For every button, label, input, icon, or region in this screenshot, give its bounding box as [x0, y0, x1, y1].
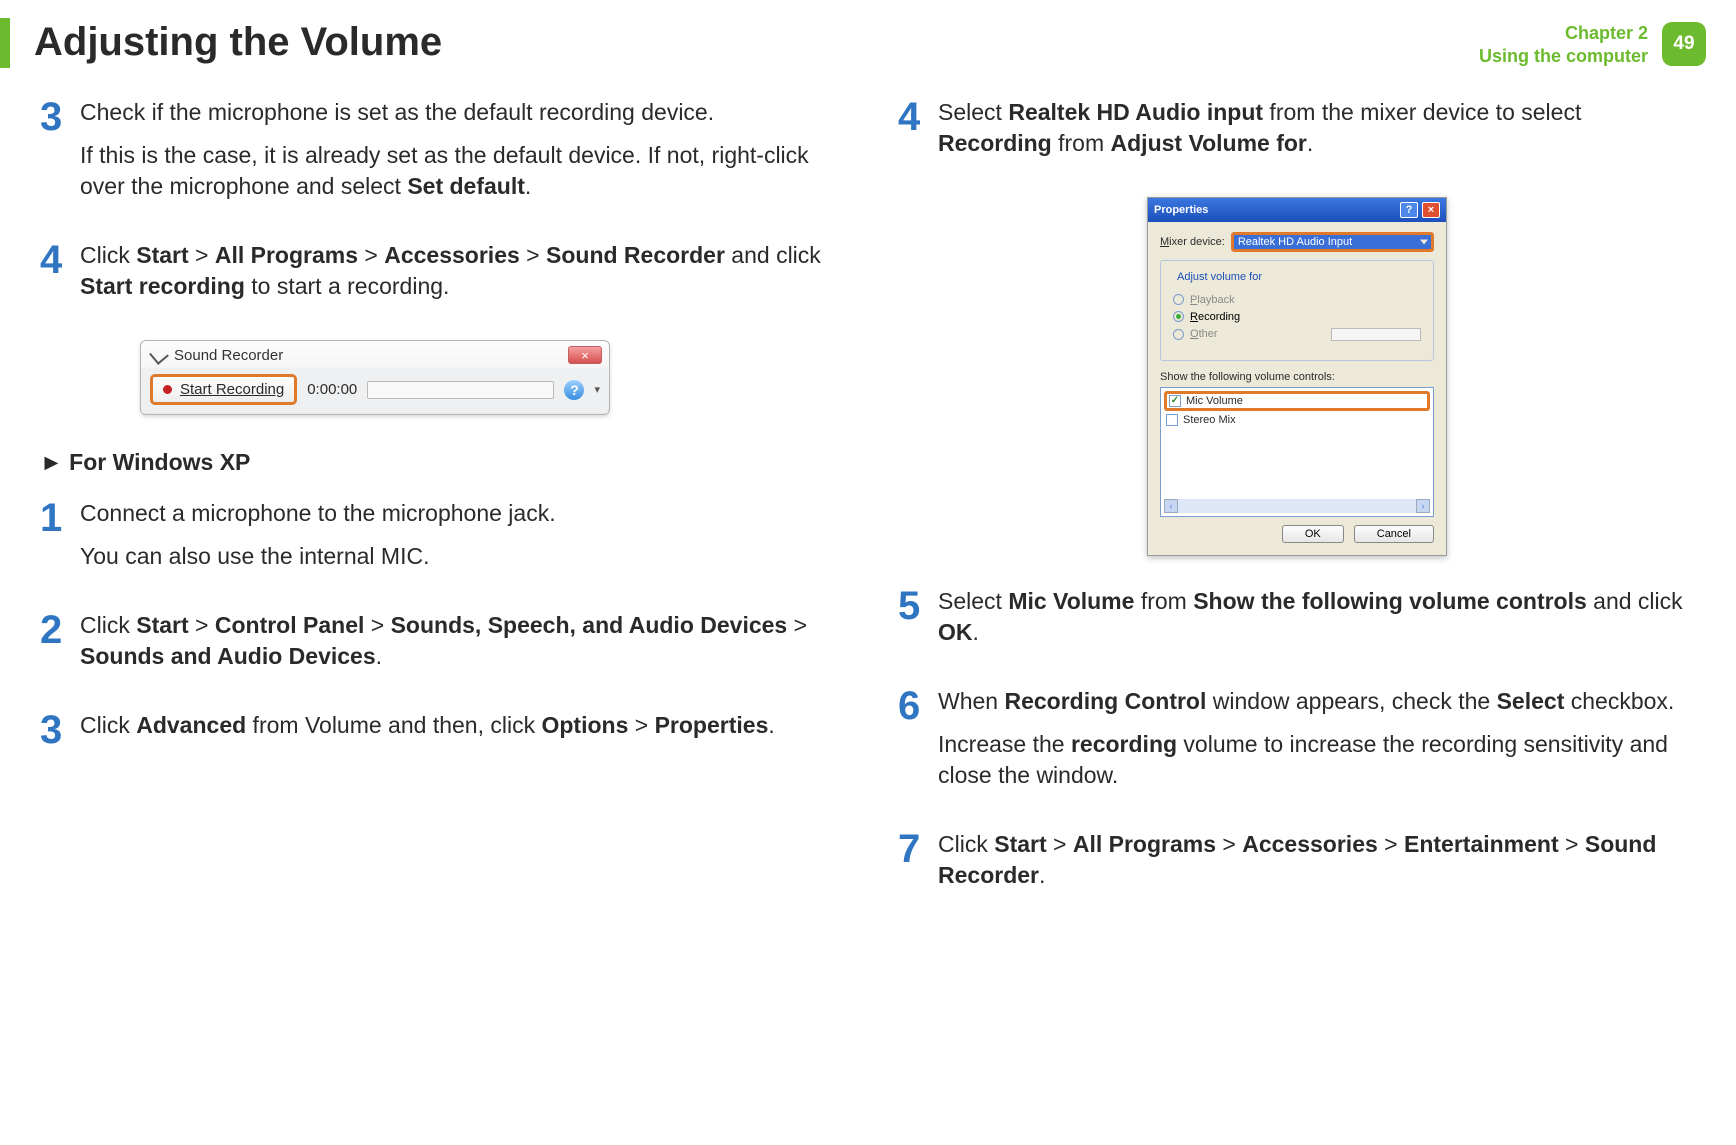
step-text: Increase the recording volume to increas…	[938, 729, 1696, 791]
step-body: Click Start > All Programs > Accessories…	[938, 829, 1696, 903]
record-icon	[163, 385, 172, 394]
step-body: Click Start > Control Panel > Sounds, Sp…	[80, 610, 838, 684]
header-right: Chapter 2 Using the computer 49	[1479, 18, 1706, 69]
step-number: 4	[898, 97, 924, 171]
step-text: If this is the case, it is already set a…	[80, 140, 838, 202]
sr-titlebar: Sound Recorder ×	[142, 342, 608, 368]
step-number: 4	[40, 240, 66, 314]
step-body: Click Start > All Programs > Accessories…	[80, 240, 838, 314]
properties-body: MMixer device:ixer device: Realtek HD Au…	[1148, 222, 1446, 555]
content-columns: 3 Check if the microphone is set as the …	[0, 97, 1736, 929]
scroll-right-button[interactable]: ›	[1416, 499, 1430, 513]
radio-playback[interactable]: Playback	[1173, 294, 1421, 306]
group-title: Adjust volume for	[1173, 271, 1266, 283]
properties-title: Properties	[1154, 204, 1208, 216]
scroll-track[interactable]	[1178, 499, 1416, 513]
ok-button[interactable]: OK	[1282, 525, 1344, 543]
sr-elapsed-time: 0:00:00	[307, 381, 357, 398]
checkbox-icon[interactable]: ✓	[1169, 395, 1181, 407]
step-text: Select Mic Volume from Show the followin…	[938, 586, 1696, 648]
mixer-device-combo[interactable]: Realtek HD Audio Input	[1231, 232, 1434, 252]
close-button[interactable]: ×	[568, 346, 602, 364]
step-body: Connect a microphone to the microphone j…	[80, 498, 556, 584]
step-text: Connect a microphone to the microphone j…	[80, 498, 556, 529]
volume-controls-label: Show the following volume controls:	[1160, 371, 1434, 383]
step-4: 4 Click Start > All Programs > Accessori…	[40, 240, 838, 314]
xp-step-2: 2 Click Start > Control Panel > Sounds, …	[40, 610, 838, 684]
help-dropdown-icon[interactable]: ▾	[594, 383, 600, 396]
start-recording-label: Start Recording	[180, 381, 284, 398]
page-number-badge: 49	[1662, 22, 1706, 66]
step-text: Click Start > All Programs > Accessories…	[938, 829, 1696, 891]
step-text: Check if the microphone is set as the de…	[80, 97, 838, 128]
radio-other[interactable]: Other	[1173, 328, 1421, 341]
chapter-line-2: Using the computer	[1479, 45, 1648, 68]
step-text: When Recording Control window appears, c…	[938, 686, 1696, 717]
start-recording-button[interactable]: Start Recording	[150, 374, 297, 405]
step-body: Check if the microphone is set as the de…	[80, 97, 838, 214]
xp-step-3: 3 Click Advanced from Volume and then, c…	[40, 710, 838, 753]
cancel-button[interactable]: Cancel	[1354, 525, 1434, 543]
step-body: Select Realtek HD Audio input from the m…	[938, 97, 1696, 171]
radio-recording[interactable]: Recording	[1173, 311, 1421, 323]
right-step-4: 4 Select Realtek HD Audio input from the…	[898, 97, 1696, 171]
sr-progress-bar	[367, 381, 554, 399]
chapter-line-1: Chapter 2	[1479, 22, 1648, 45]
horizontal-scrollbar[interactable]: ‹ ›	[1164, 499, 1430, 513]
scroll-left-button[interactable]: ‹	[1164, 499, 1178, 513]
step-text: You can also use the internal MIC.	[80, 541, 556, 572]
step-body: Select Mic Volume from Show the followin…	[938, 586, 1696, 660]
properties-window: Properties ? × MMixer device:ixer device…	[1147, 197, 1447, 556]
step-text: Click Start > All Programs > Accessories…	[80, 240, 838, 302]
section-heading-xp: ► For Windows XP	[40, 449, 838, 476]
step-number: 6	[898, 686, 924, 803]
step-body: When Recording Control window appears, c…	[938, 686, 1696, 803]
titlebar-close-button[interactable]: ×	[1422, 202, 1440, 218]
microphone-icon	[149, 345, 169, 365]
mixer-device-row: MMixer device:ixer device: Realtek HD Au…	[1160, 232, 1434, 252]
list-item-label: Mic Volume	[1186, 395, 1243, 407]
step-text: Click Advanced from Volume and then, cli…	[80, 710, 775, 741]
step-body: Click Advanced from Volume and then, cli…	[80, 710, 775, 753]
left-column: 3 Check if the microphone is set as the …	[40, 97, 838, 929]
list-item[interactable]: Stereo Mix	[1164, 413, 1430, 427]
right-step-5: 5 Select Mic Volume from Show the follow…	[898, 586, 1696, 660]
checkbox-icon[interactable]	[1166, 414, 1178, 426]
help-button[interactable]: ?	[564, 380, 584, 400]
step-text: Select Realtek HD Audio input from the m…	[938, 97, 1696, 159]
right-step-6: 6 When Recording Control window appears,…	[898, 686, 1696, 803]
volume-controls-listbox[interactable]: ✓ Mic Volume Stereo Mix ‹ ›	[1160, 387, 1434, 517]
step-number: 3	[40, 97, 66, 214]
step-3: 3 Check if the microphone is set as the …	[40, 97, 838, 214]
sr-toolbar: Start Recording 0:00:00 ? ▾	[142, 368, 608, 413]
step-number: 3	[40, 710, 66, 753]
sound-recorder-window: Sound Recorder × Start Recording 0:00:00…	[140, 340, 610, 415]
list-item-label: Stereo Mix	[1183, 414, 1236, 426]
step-number: 1	[40, 498, 66, 584]
right-step-7: 7 Click Start > All Programs > Accessori…	[898, 829, 1696, 903]
page-title: Adjusting the Volume	[34, 18, 1479, 65]
other-disabled-combo	[1331, 328, 1421, 341]
properties-titlebar: Properties ? ×	[1148, 198, 1446, 222]
mixer-device-label: MMixer device:ixer device:	[1160, 236, 1225, 248]
step-number: 7	[898, 829, 924, 903]
list-item[interactable]: ✓ Mic Volume	[1164, 391, 1430, 411]
xp-step-1: 1 Connect a microphone to the microphone…	[40, 498, 838, 584]
right-column: 4 Select Realtek HD Audio input from the…	[898, 97, 1696, 929]
adjust-volume-group: Adjust volume for Playback Recording Oth…	[1160, 260, 1434, 361]
page-header: Adjusting the Volume Chapter 2 Using the…	[0, 0, 1736, 97]
sr-title-text: Sound Recorder	[174, 347, 283, 364]
dialog-buttons: OK Cancel	[1160, 525, 1434, 543]
titlebar-help-button[interactable]: ?	[1400, 202, 1418, 218]
step-number: 2	[40, 610, 66, 684]
accent-bar	[0, 18, 10, 68]
step-text: Click Start > Control Panel > Sounds, Sp…	[80, 610, 838, 672]
chapter-label: Chapter 2 Using the computer	[1479, 22, 1648, 69]
step-number: 5	[898, 586, 924, 660]
